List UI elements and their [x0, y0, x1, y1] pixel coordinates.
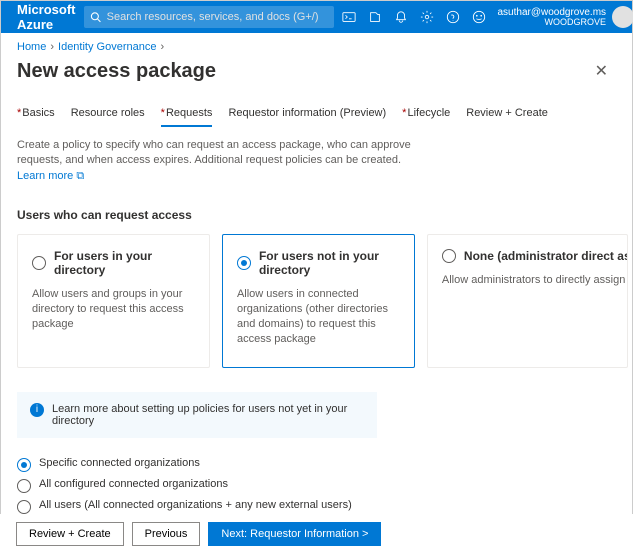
tab-basics[interactable]: *Basics [17, 101, 55, 127]
settings-icon[interactable] [420, 10, 434, 24]
learn-more-link[interactable]: Learn more ⧉ [17, 170, 84, 182]
content-scroll: *Basics Resource roles *Requests Request… [1, 91, 632, 553]
notifications-icon[interactable] [394, 10, 408, 24]
page-header: New access package ✕ [1, 53, 632, 91]
account-email: asuthar@woodgrove.ms [498, 7, 607, 18]
previous-button[interactable]: Previous [132, 522, 201, 546]
intro-text: Create a policy to specify who can reque… [17, 138, 437, 184]
radio-specific-orgs[interactable]: Specific connected organizations [17, 454, 377, 475]
org-scope-radiolist: Specific connected organizations All con… [17, 454, 628, 517]
card-desc: Allow users and groups in your directory… [32, 287, 195, 332]
external-link-icon: ⧉ [76, 170, 84, 182]
tab-review-create[interactable]: Review + Create [466, 101, 548, 127]
card-desc: Allow users in connected organizations (… [237, 287, 400, 346]
feedback-icon[interactable] [472, 10, 486, 24]
tab-resource-roles[interactable]: Resource roles [71, 101, 145, 127]
radio-icon [17, 500, 31, 514]
card-title: None (administrator direct assignments o… [464, 249, 628, 263]
info-icon: i [30, 403, 44, 417]
avatar [612, 6, 633, 28]
radio-all-configured-orgs[interactable]: All configured connected organizations [17, 475, 377, 496]
chevron-right-icon: › [50, 41, 54, 53]
radio-icon [17, 479, 31, 493]
help-icon[interactable] [446, 10, 460, 24]
brand-label: Microsoft Azure [17, 2, 76, 32]
account-menu[interactable]: asuthar@woodgrove.ms WOODGROVE [498, 6, 633, 28]
request-scope-cards: For users in your directory Allow users … [17, 234, 628, 367]
info-text: Learn more about setting up policies for… [52, 403, 364, 427]
tab-lifecycle[interactable]: *Lifecycle [402, 101, 450, 127]
card-none-admin-only[interactable]: None (administrator direct assignments o… [427, 234, 628, 367]
directories-icon[interactable] [368, 10, 382, 24]
wizard-footer: Review + Create Previous Next: Requestor… [0, 514, 633, 554]
topbar-actions: asuthar@woodgrove.ms WOODGROVE [342, 6, 633, 28]
breadcrumb-identity-governance[interactable]: Identity Governance [58, 41, 156, 53]
card-title: For users not in your directory [259, 249, 400, 277]
account-org: WOODGROVE [498, 18, 607, 28]
next-button[interactable]: Next: Requestor Information > [208, 522, 381, 546]
search-input[interactable] [107, 11, 328, 23]
review-create-button[interactable]: Review + Create [16, 522, 124, 546]
radio-icon [442, 249, 456, 263]
info-banner: i Learn more about setting up policies f… [17, 392, 377, 438]
cloud-shell-icon[interactable] [342, 10, 356, 24]
breadcrumb: Home › Identity Governance › [1, 33, 632, 53]
tab-requestor-info[interactable]: Requestor information (Preview) [228, 101, 386, 127]
azure-topbar: Microsoft Azure asuthar@woodgrove.ms WOO… [1, 1, 632, 33]
chevron-right-icon: › [160, 41, 164, 53]
radio-icon [237, 256, 251, 270]
page-title: New access package [17, 60, 216, 83]
card-desc: Allow administrators to directly assign … [442, 273, 613, 288]
tab-requests[interactable]: *Requests [161, 101, 213, 127]
breadcrumb-home[interactable]: Home [17, 41, 46, 53]
global-search[interactable] [84, 6, 334, 28]
close-icon[interactable]: ✕ [587, 57, 616, 85]
card-title: For users in your directory [54, 249, 195, 277]
radio-icon [32, 256, 46, 270]
radio-icon [17, 458, 31, 472]
card-users-in-directory[interactable]: For users in your directory Allow users … [17, 234, 210, 367]
card-users-not-in-directory[interactable]: For users not in your directory Allow us… [222, 234, 415, 367]
wizard-tabs: *Basics Resource roles *Requests Request… [17, 101, 628, 128]
search-icon [90, 11, 101, 23]
section-heading: Users who can request access [17, 208, 628, 222]
